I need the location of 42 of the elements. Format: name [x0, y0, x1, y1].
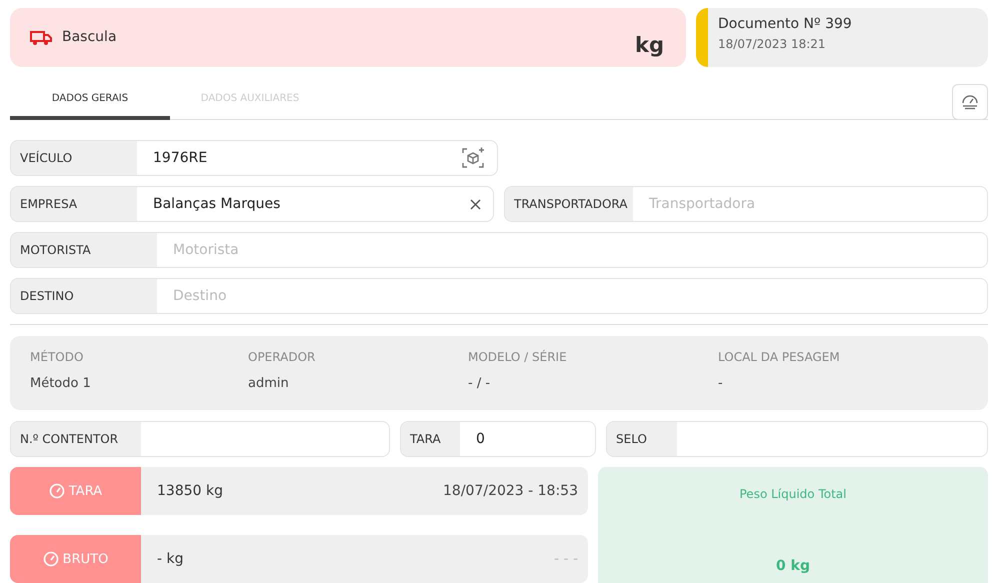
- info-value: -: [718, 376, 724, 391]
- weighing-datetime: - - -: [554, 551, 579, 567]
- field-label: TRANSPORTADORA: [505, 187, 633, 221]
- info-label: OPERADOR: [248, 350, 316, 364]
- weight-value: - kg: [156, 551, 184, 567]
- field-label: N.º CONTENTOR: [11, 422, 141, 456]
- form-field[interactable]: SELO: [606, 421, 988, 457]
- document-title: Documento Nº 399: [718, 16, 853, 32]
- field-label: DESTINO: [11, 279, 157, 313]
- info-value: admin: [248, 376, 290, 391]
- form-field[interactable]: EMPRESA Balanças Marques: [10, 186, 494, 222]
- document-datetime: 18/07/2023 18:21: [718, 37, 827, 51]
- field-label: EMPRESA: [11, 187, 137, 221]
- weight-value: 13850 kg: [156, 483, 224, 499]
- gauge-icon: [42, 551, 59, 567]
- scale-icon: [961, 94, 979, 110]
- form-field[interactable]: TARA 0: [400, 421, 596, 457]
- field-label: TARA: [401, 422, 460, 456]
- scale-name: Bascula: [62, 29, 117, 45]
- info-label: MODELO / SÉRIE: [468, 350, 568, 364]
- field-label: VEÍCULO: [11, 141, 137, 175]
- info-value: - / -: [468, 376, 492, 391]
- weighing-datetime: 18/07/2023 - 18:53: [443, 483, 579, 499]
- scale-button[interactable]: [952, 84, 988, 120]
- form-field[interactable]: TRANSPORTADORA Transportadora: [504, 186, 988, 222]
- field-label: MOTORISTA: [11, 233, 157, 267]
- gauge-icon: [48, 483, 65, 499]
- clear-icon[interactable]: [470, 198, 481, 210]
- net-weight-title: Peso Líquido Total: [740, 487, 846, 501]
- truck-icon: [30, 30, 52, 46]
- info-label: LOCAL DA PESAGEM: [718, 350, 841, 364]
- form-field[interactable]: N.º CONTENTOR: [10, 421, 390, 457]
- field-label: SELO: [607, 422, 677, 456]
- form-field[interactable]: DESTINO Destino: [10, 278, 988, 314]
- info-value: Método 1: [30, 376, 92, 391]
- tab[interactable]: DADOS GERAIS: [10, 93, 170, 120]
- form-field[interactable]: MOTORISTA Motorista: [10, 232, 988, 268]
- weight-unit: kg: [635, 33, 664, 57]
- cube-scan-icon[interactable]: [461, 146, 485, 170]
- info-label: MÉTODO: [30, 350, 84, 364]
- form-field[interactable]: VEÍCULO 1976RE: [10, 140, 498, 176]
- net-weight-value: 0 kg: [776, 558, 810, 574]
